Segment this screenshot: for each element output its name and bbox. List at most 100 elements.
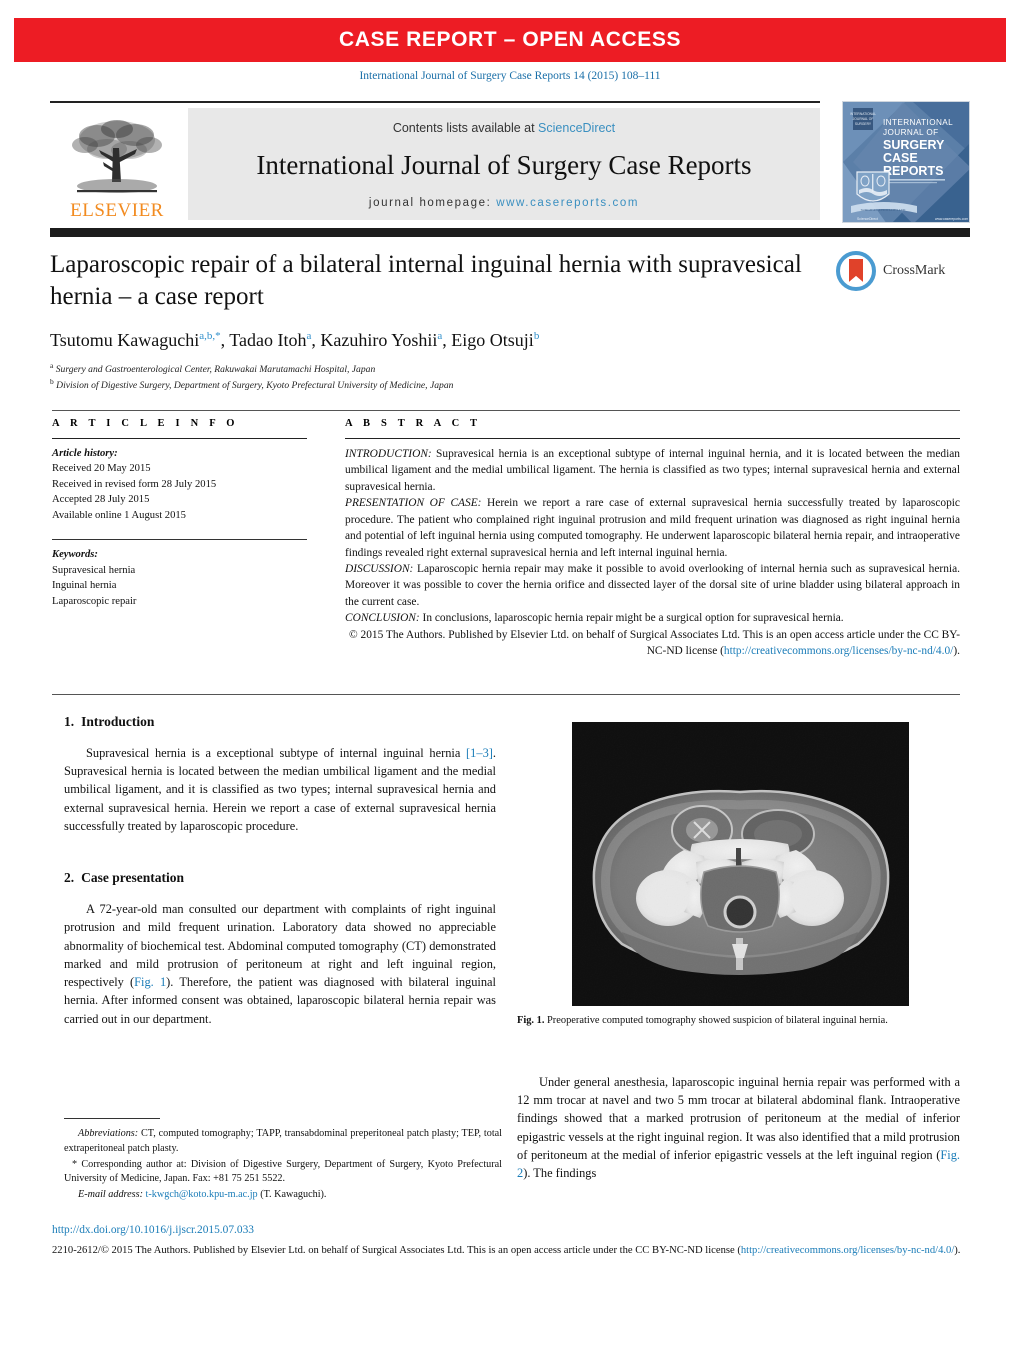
homepage-url-link[interactable]: www.casereports.com — [496, 197, 639, 209]
body-left-column: 1. Introduction Supravesical hernia is a … — [64, 714, 496, 1041]
email-link[interactable]: t-kwgch@koto.kpu-m.ac.jp — [146, 1189, 258, 1200]
title-block: Laparoscopic repair of a bilateral inter… — [50, 249, 810, 393]
abstract-presentation-tag: PRESENTATION OF CASE: — [345, 497, 482, 510]
abstract-discussion-text: Laparoscopic hernia repair may make it p… — [345, 562, 960, 608]
elsevier-wordmark: ELSEVIER — [70, 200, 164, 221]
abstract-presentation: PRESENTATION OF CASE: Herein we report a… — [345, 495, 960, 561]
issn-text: 2210-2612/© 2015 The Authors. Published … — [52, 1245, 741, 1256]
abstract-conclusion: CONCLUSION: In conclusions, laparoscopic… — [345, 610, 960, 626]
footer-license-link[interactable]: http://creativecommons.org/licenses/by-n… — [741, 1245, 954, 1256]
abstract-conclusion-tag: CONCLUSION: — [345, 612, 420, 625]
svg-text:www.casereports.com: www.casereports.com — [935, 217, 968, 221]
section-heading-case-presentation: 2. Case presentation — [64, 870, 496, 886]
article-info-column: A R T I C L E I N F O Article history: R… — [52, 418, 307, 609]
affiliation-a-text: Surgery and Gastroenterological Center, … — [55, 363, 376, 375]
svg-text:CASE: CASE — [883, 151, 918, 165]
open-access-banner: CASE REPORT – OPEN ACCESS — [14, 18, 1006, 62]
figure-1-label: Fig. 1. — [517, 1015, 545, 1026]
figure-1-ref[interactable]: Fig. 1 — [134, 975, 166, 989]
journal-title: International Journal of Surgery Case Re… — [256, 149, 752, 180]
introduction-paragraph: Supravesical hernia is a exceptional sub… — [64, 744, 496, 835]
figure-1-ct-image[interactable] — [572, 722, 909, 1006]
history-item: Available online 1 August 2015 — [52, 509, 186, 521]
svg-text:SURGERY: SURGERY — [883, 138, 945, 152]
abstract-discussion-tag: DISCUSSION: — [345, 562, 414, 575]
journal-homepage-line: journal homepage: www.casereports.com — [369, 197, 639, 209]
history-item: Received in revised form 28 July 2015 — [52, 478, 217, 490]
svg-text:JOURNAL OF: JOURNAL OF — [853, 117, 874, 121]
article-info-heading: A R T I C L E I N F O — [52, 418, 239, 429]
doi-link[interactable]: http://dx.doi.org/10.1016/j.ijscr.2015.0… — [52, 1224, 254, 1236]
keyword-item: Supravesical hernia — [52, 564, 136, 576]
article-history-label: Article history: — [52, 448, 118, 459]
abbreviations-label: Abbreviations: — [78, 1128, 139, 1139]
footnote-divider — [64, 1118, 160, 1119]
sciencedirect-link[interactable]: ScienceDirect — [538, 121, 615, 135]
contents-prefix: Contents lists available at — [392, 120, 539, 135]
section-number: 2. — [64, 870, 75, 886]
crossmark-icon — [836, 251, 876, 291]
keywords-block: Keywords: Supravesical hernia Inguinal h… — [52, 547, 307, 609]
affiliation-b: b Division of Digestive Surgery, Departm… — [50, 376, 454, 391]
article-title: Laparoscopic repair of a bilateral inter… — [50, 251, 802, 310]
issn-copyright-line: 2210-2612/© 2015 The Authors. Published … — [52, 1243, 962, 1259]
keywords-rule — [52, 539, 307, 541]
case-presentation-paragraph: A 72-year-old man consulted our departme… — [64, 900, 496, 1028]
abstract-introduction-tag: INTRODUCTION: — [345, 448, 432, 460]
article-history-block: Article history: Received 20 May 2015 Re… — [52, 446, 307, 523]
elsevier-logo: ELSEVIER — [56, 108, 178, 220]
abstract-rule — [345, 438, 960, 439]
svg-text:REPORTS: REPORTS — [883, 164, 943, 178]
info-section-top-rule — [52, 410, 960, 411]
affiliation-a: a Surgery and Gastroenterological Center… — [50, 360, 376, 375]
section-title: Case presentation — [81, 870, 184, 886]
svg-text:JOURNAL OF: JOURNAL OF — [883, 128, 939, 137]
affiliation-b-text: Division of Digestive Surgery, Departmen… — [56, 379, 454, 391]
keyword-item: Laparoscopic repair — [52, 595, 137, 607]
email-note: E-mail address: t-kwgch@koto.kpu-m.ac.jp… — [64, 1188, 502, 1203]
svg-text:INTERNATIONAL: INTERNATIONAL — [850, 112, 876, 116]
abstract-introduction-text: Supravesical hernia is an exceptional su… — [345, 448, 960, 493]
citation-ref-1-3[interactable]: [1–3] — [466, 746, 493, 760]
abstract-discussion: DISCUSSION: Laparoscopic hernia repair m… — [345, 561, 960, 610]
copyright-tail: ). — [953, 645, 960, 658]
article-info-rule — [52, 438, 307, 439]
history-item: Received 20 May 2015 — [52, 463, 151, 475]
issn-tail: ). — [954, 1245, 961, 1256]
footnote-block: Abbreviations: CT, computed tomography; … — [64, 1127, 502, 1204]
abstract-body: INTRODUCTION: Supravesical hernia is an … — [345, 446, 960, 659]
abstract-conclusion-text: In conclusions, laparoscopic hernia repa… — [419, 612, 844, 625]
journal-citation: International Journal of Surgery Case Re… — [359, 70, 661, 82]
intro-text-a: Supravesical hernia is a exceptional sub… — [86, 746, 467, 760]
journal-cover-thumbnail[interactable]: INTERNATIONAL JOURNAL OF SURGERY INTERNA… — [842, 101, 970, 223]
section-number: 1. — [64, 714, 75, 729]
author-list: Tsutomu Kawaguchia,b,*, Tadao Itoha, Kaz… — [50, 329, 540, 350]
abstract-heading: A B S T R A C T — [345, 418, 482, 429]
keywords-label: Keywords: — [52, 549, 98, 561]
section-heading-introduction: 1. Introduction — [64, 714, 496, 730]
ct-scan-graphic — [572, 722, 909, 1006]
journal-masthead: ELSEVIER Contents lists available at Sci… — [50, 101, 970, 223]
elsevier-tree-icon — [72, 120, 162, 193]
corresponding-author-note: * Corresponding author at: Division of D… — [64, 1158, 502, 1185]
body-right-column: Under general anesthesia, laparoscopic i… — [517, 1073, 960, 1195]
email-label: E-mail address: — [78, 1189, 143, 1201]
license-link[interactable]: http://creativecommons.org/licenses/by-n… — [724, 645, 953, 657]
keyword-item: Inguinal hernia — [52, 580, 117, 592]
svg-text:SURGICAL ASSOCIATES LTD: SURGICAL ASSOCIATES LTD — [861, 208, 906, 212]
figure-1-caption-text: Preoperative computed tomography showed … — [544, 1015, 888, 1026]
abstract-introduction: INTRODUCTION: Supravesical hernia is an … — [345, 446, 960, 495]
svg-text:SURGERY: SURGERY — [855, 122, 872, 126]
abbreviations-note: Abbreviations: CT, computed tomography; … — [64, 1127, 502, 1157]
info-section-bottom-rule — [52, 694, 960, 695]
crossmark-label: CrossMark — [883, 263, 946, 278]
affiliation-list: a Surgery and Gastroenterological Center… — [50, 361, 810, 393]
figure-1-caption: Fig. 1. Preoperative computed tomography… — [517, 1014, 960, 1029]
section-title: Introduction — [81, 714, 155, 729]
masthead-bottom-bar — [50, 228, 970, 237]
operative-findings-paragraph: Under general anesthesia, laparoscopic i… — [517, 1073, 960, 1182]
abstract-copyright: © 2015 The Authors. Published by Elsevie… — [345, 627, 960, 660]
crossmark-badge[interactable]: CrossMark — [836, 250, 966, 292]
svg-text:INTERNATIONAL: INTERNATIONAL — [883, 118, 953, 127]
